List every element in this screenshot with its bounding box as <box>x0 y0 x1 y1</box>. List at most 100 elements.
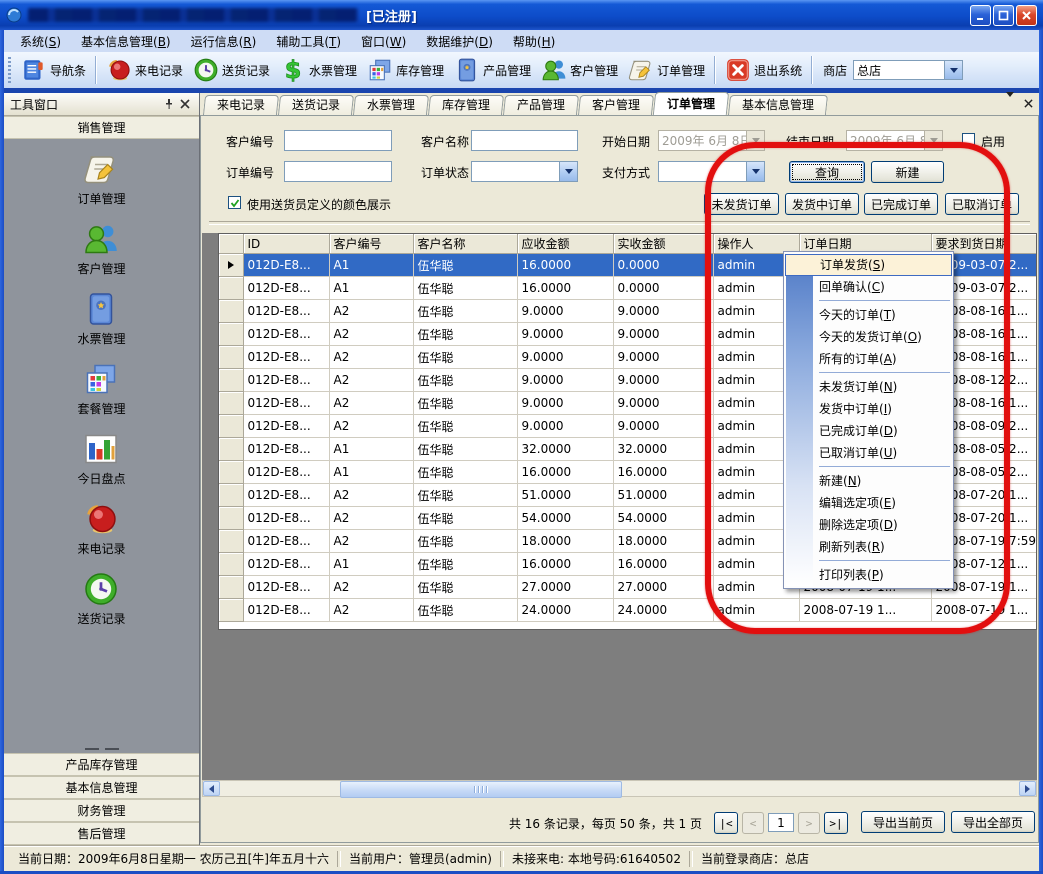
cell-customer_name[interactable]: 伍华聪 <box>413 576 517 599</box>
sidebar-section-3[interactable]: 售后管理 <box>4 822 199 845</box>
context-menu-item-10[interactable]: 已取消订单(U) <box>785 442 952 464</box>
row-selector[interactable] <box>219 461 243 484</box>
cell-received[interactable]: 32.0000 <box>613 438 713 461</box>
context-menu-item-5[interactable]: 所有的订单(A) <box>785 348 952 370</box>
status-filter-button-1[interactable]: 发货中订单 <box>785 193 859 215</box>
context-menu-item-0[interactable]: 订单发货(S) <box>785 254 952 276</box>
horizontal-scrollbar[interactable] <box>202 780 1037 797</box>
tab-2[interactable]: 水票管理 <box>353 95 429 115</box>
sidebar-item-6[interactable]: 送货记录 <box>77 571 125 627</box>
cell-id[interactable]: 012D-E8... <box>243 553 329 576</box>
chevron-down-icon[interactable] <box>944 61 962 79</box>
toolbar-button-8[interactable]: 订单管理 <box>623 54 710 86</box>
cell-receivable[interactable]: 9.0000 <box>517 300 613 323</box>
cell-customer_name[interactable]: 伍华聪 <box>413 277 517 300</box>
cell-customer_name[interactable]: 伍华聪 <box>413 346 517 369</box>
cell-received[interactable]: 16.0000 <box>613 553 713 576</box>
row-selector[interactable] <box>219 323 243 346</box>
table-row[interactable]: 012D-E8...A2伍华聪24.000024.0000admin2008-0… <box>219 599 1037 622</box>
tab-6[interactable]: 订单管理 <box>653 92 729 115</box>
chevron-down-icon[interactable] <box>746 131 764 150</box>
row-selector[interactable] <box>219 392 243 415</box>
row-selector[interactable] <box>219 346 243 369</box>
cell-customer_no[interactable]: A1 <box>329 438 413 461</box>
cell-customer_no[interactable]: A1 <box>329 461 413 484</box>
row-selector[interactable] <box>219 599 243 622</box>
context-menu-item-12[interactable]: 新建(N) <box>785 470 952 492</box>
tab-5[interactable]: 客户管理 <box>578 95 654 115</box>
cell-id[interactable]: 012D-E8... <box>243 507 329 530</box>
cell-customer_name[interactable]: 伍华聪 <box>413 461 517 484</box>
cell-customer_no[interactable]: A2 <box>329 369 413 392</box>
close-button[interactable] <box>1016 5 1037 26</box>
row-selector[interactable] <box>219 254 243 277</box>
row-selector[interactable] <box>219 415 243 438</box>
toolbar-button-3[interactable]: 送货记录 <box>188 54 275 86</box>
cell-received[interactable]: 0.0000 <box>613 254 713 277</box>
context-menu-item-1[interactable]: 回单确认(C) <box>785 276 952 298</box>
menubar-item-3[interactable]: 辅助工具(T) <box>266 31 351 52</box>
cell-receivable[interactable]: 54.0000 <box>517 507 613 530</box>
cell-receivable[interactable]: 16.0000 <box>517 553 613 576</box>
row-selector[interactable] <box>219 369 243 392</box>
row-selector[interactable] <box>219 553 243 576</box>
menubar-item-2[interactable]: 运行信息(R) <box>181 31 267 52</box>
cell-receivable[interactable]: 18.0000 <box>517 530 613 553</box>
cell-receivable[interactable]: 9.0000 <box>517 323 613 346</box>
row-selector[interactable] <box>219 507 243 530</box>
cell-received[interactable]: 18.0000 <box>613 530 713 553</box>
sidebar-section-sales[interactable]: 销售管理 <box>4 116 199 139</box>
menubar-item-1[interactable]: 基本信息管理(B) <box>71 31 181 52</box>
column-header-2[interactable]: 客户名称 <box>413 234 517 254</box>
tab-3[interactable]: 库存管理 <box>428 95 504 115</box>
cell-customer_name[interactable]: 伍华聪 <box>413 599 517 622</box>
maximize-button[interactable] <box>993 5 1014 26</box>
cell-received[interactable]: 16.0000 <box>613 461 713 484</box>
sidebar-section-0[interactable]: 产品库存管理 <box>4 753 199 776</box>
cell-receivable[interactable]: 32.0000 <box>517 438 613 461</box>
cell-operator[interactable]: admin <box>713 599 799 622</box>
toolbar-button-0[interactable]: 导航条 <box>16 54 91 86</box>
cell-customer_no[interactable]: A2 <box>329 323 413 346</box>
tab-0[interactable]: 来电记录 <box>203 95 279 115</box>
order-no-input[interactable] <box>284 161 392 182</box>
sidebar-item-4[interactable]: 今日盘点 <box>77 431 125 487</box>
payment-method-select[interactable] <box>658 161 765 182</box>
sidebar-item-1[interactable]: 客户管理 <box>77 221 125 277</box>
cell-customer_no[interactable]: A2 <box>329 346 413 369</box>
cell-received[interactable]: 27.0000 <box>613 576 713 599</box>
cell-received[interactable]: 9.0000 <box>613 346 713 369</box>
cell-required_date[interactable]: 2008-07-19 1... <box>931 599 1037 622</box>
customer-no-input[interactable] <box>284 130 392 151</box>
export-all-pages-button[interactable]: 导出全部页 <box>951 811 1035 833</box>
cell-customer_no[interactable]: A2 <box>329 415 413 438</box>
cell-customer_name[interactable]: 伍华聪 <box>413 254 517 277</box>
chevron-down-icon[interactable] <box>924 131 942 150</box>
context-menu-item-17[interactable]: 打印列表(P) <box>785 564 952 586</box>
cell-received[interactable]: 24.0000 <box>613 599 713 622</box>
sidebar-splitter[interactable] <box>4 745 199 753</box>
export-current-page-button[interactable]: 导出当前页 <box>861 811 945 833</box>
cell-receivable[interactable]: 27.0000 <box>517 576 613 599</box>
tab-list-dropdown-icon[interactable] <box>1006 97 1014 111</box>
minimize-button[interactable] <box>970 5 991 26</box>
cell-receivable[interactable]: 9.0000 <box>517 346 613 369</box>
cell-received[interactable]: 0.0000 <box>613 277 713 300</box>
toolbar-button-7[interactable]: 客户管理 <box>536 54 623 86</box>
context-menu-item-8[interactable]: 发货中订单(I) <box>785 398 952 420</box>
cell-customer_name[interactable]: 伍华聪 <box>413 484 517 507</box>
cell-received[interactable]: 54.0000 <box>613 507 713 530</box>
cell-customer_no[interactable]: A2 <box>329 576 413 599</box>
color-display-checkbox[interactable] <box>228 196 241 209</box>
row-selector[interactable] <box>219 438 243 461</box>
row-selector[interactable] <box>219 300 243 323</box>
page-number-input[interactable] <box>768 813 794 832</box>
toolbar-button-6[interactable]: 产品管理 <box>449 54 536 86</box>
cell-customer_no[interactable]: A1 <box>329 254 413 277</box>
cell-customer_name[interactable]: 伍华聪 <box>413 530 517 553</box>
next-page-button[interactable]: > <box>798 812 820 834</box>
cell-customer_no[interactable]: A1 <box>329 277 413 300</box>
context-menu-item-13[interactable]: 编辑选定项(E) <box>785 492 952 514</box>
scrollbar-thumb[interactable] <box>340 781 622 798</box>
cell-customer_no[interactable]: A2 <box>329 507 413 530</box>
